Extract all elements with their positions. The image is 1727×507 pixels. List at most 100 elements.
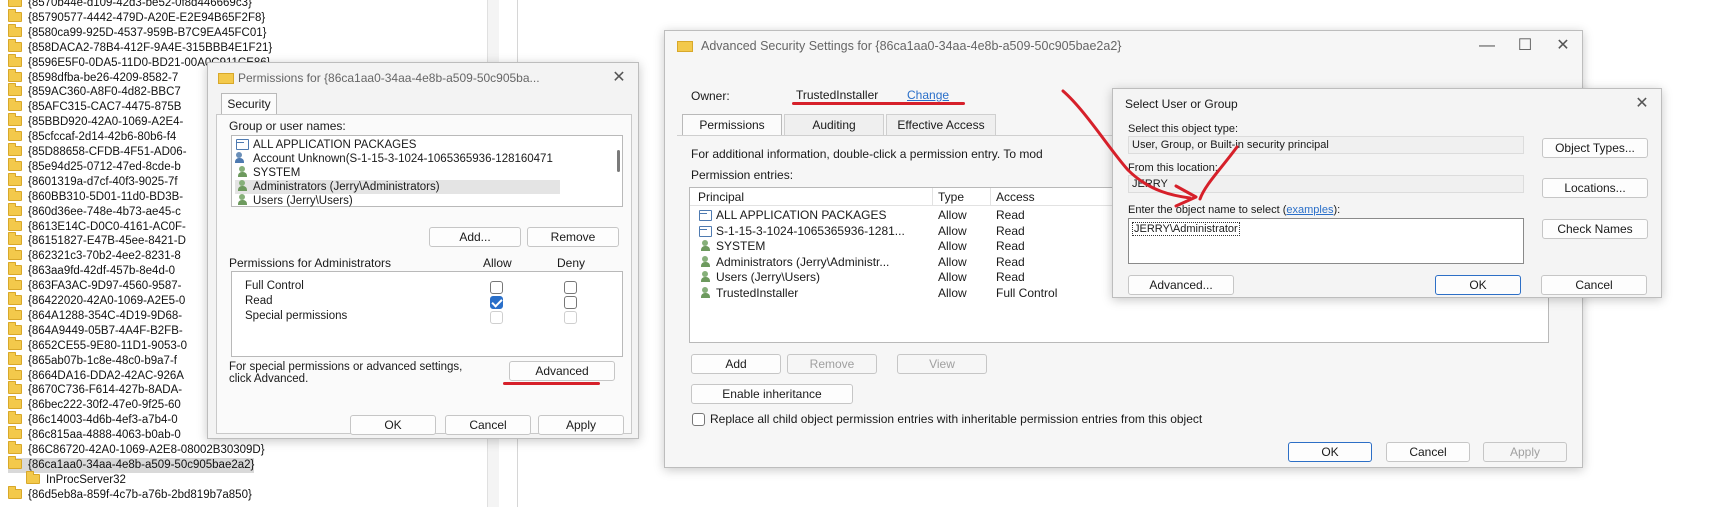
cancel-button[interactable]: Cancel (1386, 442, 1470, 462)
column-separator[interactable] (932, 188, 933, 206)
tree-row[interactable]: {860d36ee-748e-4b73-ae45-c (8, 202, 181, 220)
user-list-item[interactable]: ALL APPLICATION PACKAGES (235, 138, 560, 152)
replace-child-checkbox[interactable] (692, 413, 705, 426)
permission-name: Special permissions (245, 310, 348, 322)
allow-header: Allow (483, 256, 512, 270)
deny-checkbox[interactable] (564, 296, 577, 309)
tree-row[interactable]: {86ca1aa0-34aa-4e8b-a509-50c905bae2a2} (8, 455, 255, 473)
examples-link[interactable]: examples (1286, 204, 1333, 216)
tree-row[interactable]: {85D88658-CFDB-4F51-AD06- (8, 143, 187, 160)
ok-button[interactable]: OK (1288, 442, 1372, 462)
apply-button[interactable]: Apply (1483, 442, 1567, 462)
ok-button[interactable]: OK (350, 415, 436, 435)
locations-button[interactable]: Locations... (1542, 178, 1648, 198)
tree-row[interactable]: {8598dfba-be26-4209-8582-7 (8, 68, 178, 86)
tree-row[interactable]: {8613E14C-D0C0-4161-AC0F- (8, 217, 186, 235)
tree-row[interactable]: InProcServer32 (26, 470, 126, 488)
remove-entry-button[interactable]: Remove (787, 354, 877, 374)
column-header[interactable]: Principal (698, 190, 744, 204)
tree-row[interactable]: {86151827-E47B-45ee-8421-D (8, 232, 186, 249)
tree-row[interactable]: {8670C736-F614-427b-8ADA- (8, 381, 182, 398)
tree-row[interactable]: {8580ca99-925D-4537-959B-B7C9EA45FC01} (8, 23, 267, 41)
tree-row[interactable]: {858DACA2-78B4-412F-9A4E-315BBB4E1F21} (8, 38, 272, 56)
add-button[interactable]: Add... (429, 227, 521, 247)
tree-row[interactable]: {863FA3AC-9D97-4560-9587- (8, 277, 182, 294)
tree-row[interactable]: {86c815aa-4888-4063-b0ab-0 (8, 426, 181, 443)
maximize-icon[interactable]: ☐ (1516, 37, 1534, 55)
tree-row-label: {863FA3AC-9D97-4560-9587- (28, 280, 182, 293)
tree-row[interactable]: {864A9449-05B7-4A4F-B2FB- (8, 321, 183, 339)
owner-value: TrustedInstaller (796, 88, 879, 102)
tree-row[interactable]: {863aa9fd-42df-457b-8e4d-0 (8, 262, 175, 279)
check-names-button[interactable]: Check Names (1542, 219, 1648, 239)
change-owner-link[interactable]: Change (907, 88, 949, 102)
tree-row[interactable]: {86c14003-4d6b-4ef3-a7b4-0 (8, 411, 178, 428)
tree-row[interactable]: {85cfccaf-2d14-42b6-80b6-f4 (8, 128, 176, 145)
column-separator[interactable] (990, 188, 991, 206)
tree-row[interactable]: {865ab07b-1c8e-48c0-b9a7-f (8, 351, 177, 369)
tree-row[interactable]: {8570b44e-d109-42d3-be52-0f8d446669c3} (8, 0, 252, 11)
deny-checkbox[interactable] (564, 281, 577, 294)
tree-row[interactable]: {86bec222-30f2-47e0-9f25-60 (8, 396, 181, 413)
tree-row[interactable]: {86422020-42A0-1069-A2E5-0 (8, 292, 185, 309)
tree-row[interactable]: {86C86720-42A0-1069-A2E8-08002B30309D} (8, 441, 265, 458)
tree-row[interactable]: {8601319a-d7cf-40f3-9025-7f (8, 172, 178, 190)
tree-row[interactable]: {85e94d25-0712-47ed-8cde-b (8, 157, 181, 175)
tree-row[interactable]: {85AFC315-CAC7-4475-875B (8, 98, 182, 115)
close-icon[interactable]: ✕ (1554, 37, 1572, 55)
advanced-security-titlebar[interactable]: Advanced Security Settings for {86ca1aa0… (665, 31, 1582, 61)
tree-row[interactable]: {86d5eb8a-859f-4c7b-a76b-2bd819b7a850} (8, 485, 252, 503)
tree-row[interactable]: {8652CE55-9E80-11D1-9053-0 (8, 336, 187, 354)
enable-inheritance-button[interactable]: Enable inheritance (691, 384, 853, 404)
allow-checkbox[interactable] (490, 281, 503, 294)
user-list-item[interactable]: Users (Jerry\Users) (235, 194, 560, 208)
user-list-item[interactable]: Administrators (Jerry\Administrators) (235, 180, 560, 194)
tree-row[interactable]: {85790577-4442-479D-A20E-E2E94B65F2F8} (8, 8, 265, 26)
add-entry-button[interactable]: Add (691, 354, 781, 374)
group-names-list[interactable]: ALL APPLICATION PACKAGES Account Unknown(… (231, 135, 623, 207)
column-header[interactable]: Access (996, 190, 1035, 204)
advanced-button[interactable]: Advanced (509, 361, 615, 381)
tree-row[interactable]: {859AC360-A8F0-4d82-BBC7 (8, 83, 181, 100)
list-scrollbar-thumb[interactable] (617, 150, 620, 172)
folder-icon (8, 53, 22, 67)
tree-row[interactable]: {85BBD920-42A0-1069-A2E4- (8, 113, 183, 130)
allow-checkbox[interactable] (490, 311, 503, 324)
close-icon[interactable]: ✕ (610, 69, 628, 87)
folder-icon (8, 381, 22, 395)
tree-row[interactable]: {864A1288-354C-4D19-9D68- (8, 306, 182, 324)
group-icon (235, 180, 249, 192)
user-list-item[interactable]: SYSTEM (235, 166, 560, 180)
allow-checkbox[interactable] (490, 296, 503, 309)
cancel-button[interactable]: Cancel (445, 415, 531, 435)
tree-row[interactable]: {862321c3-70b2-4ee2-8231-8 (8, 247, 181, 264)
tree-row-label: {86ca1aa0-34aa-4e8b-a509-50c905bae2a2} (28, 458, 255, 471)
tab-auditing[interactable]: Auditing (784, 114, 884, 136)
tree-row[interactable]: {8664DA16-DDA2-42AC-926A (8, 366, 184, 384)
tree-row-label: {8570b44e-d109-42d3-be52-0f8d446669c3} (28, 0, 252, 9)
object-types-button[interactable]: Object Types... (1542, 138, 1648, 158)
tree-row-label: {86C86720-42A0-1069-A2E8-08002B30309D} (28, 444, 265, 456)
column-header[interactable]: Type (938, 190, 964, 204)
permissions-dialog-titlebar[interactable]: Permissions for {86ca1aa0-34aa-4e8b-a509… (208, 63, 638, 93)
user-list-item[interactable]: Account Unknown(S-1-15-3-1024-1065365936… (235, 152, 560, 166)
tree-row-label: {85AFC315-CAC7-4475-875B (28, 101, 182, 114)
deny-checkbox[interactable] (564, 311, 577, 324)
cancel-button[interactable]: Cancel (1541, 275, 1647, 295)
minimize-icon[interactable]: — (1478, 37, 1496, 55)
tree-row[interactable]: {860BB310-5D01-11d0-BD3B- (8, 187, 183, 205)
tab-effective-access[interactable]: Effective Access (886, 114, 996, 136)
object-name-input[interactable]: JERRY\Administrator (1128, 218, 1524, 264)
apply-button[interactable]: Apply (538, 415, 624, 435)
tab-permissions[interactable]: Permissions (682, 114, 782, 136)
advanced-button[interactable]: Advanced... (1128, 275, 1234, 295)
remove-button[interactable]: Remove (527, 227, 619, 247)
enter-label-prefix: Enter the object name to select ( (1128, 204, 1287, 216)
select-user-titlebar[interactable]: Select User or Group (1113, 89, 1661, 119)
folder-icon (8, 441, 22, 454)
view-entry-button[interactable]: View (897, 354, 987, 374)
ok-button[interactable]: OK (1435, 275, 1521, 295)
close-icon[interactable]: ✕ (1633, 95, 1651, 113)
tree-row-label: {8580ca99-925D-4537-959B-B7C9EA45FC01} (28, 26, 267, 39)
tab-security[interactable]: Security (221, 93, 277, 115)
